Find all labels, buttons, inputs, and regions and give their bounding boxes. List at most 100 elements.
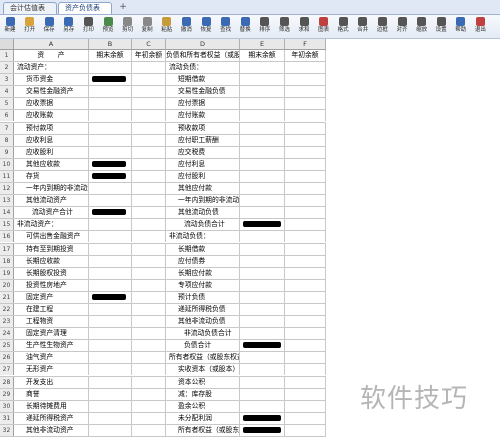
cell-liability-end-balance[interactable]: [240, 74, 285, 86]
tab-sheet-2[interactable]: 资产负债表: [58, 2, 112, 14]
cell-liability-begin-balance[interactable]: [285, 122, 326, 134]
cell-liability-name[interactable]: 长期应付款: [166, 267, 240, 279]
toolbar-button[interactable]: 打印: [80, 16, 96, 38]
cell-liability-begin-balance[interactable]: [285, 207, 326, 219]
cell-asset-name[interactable]: 递延所得税资产: [14, 412, 89, 424]
cell-liability-end-balance[interactable]: [240, 98, 285, 110]
row-number[interactable]: 21: [0, 291, 14, 303]
cell-liability-begin-balance[interactable]: [285, 243, 326, 255]
cell-asset-end-balance[interactable]: [89, 134, 132, 146]
cell-asset-begin-balance[interactable]: [132, 400, 166, 412]
cell-liability-begin-balance[interactable]: [285, 364, 326, 376]
cell-liability-name[interactable]: 所有者权益（或股东权益）：: [166, 352, 240, 364]
cell-asset-name[interactable]: 可供出售金融资产: [14, 231, 89, 243]
toolbar-button[interactable]: 复制: [139, 16, 155, 38]
cell-asset-name[interactable]: 流动资产合计: [14, 207, 89, 219]
cell-liability-end-balance[interactable]: [240, 267, 285, 279]
toolbar-button[interactable]: 剪切: [120, 16, 136, 38]
cell-asset-begin-balance[interactable]: [132, 207, 166, 219]
cell-liability-name[interactable]: 短期借款: [166, 74, 240, 86]
cell-asset-begin-balance[interactable]: [132, 364, 166, 376]
cell-liability-end-balance[interactable]: [240, 376, 285, 388]
cell-asset-begin-balance[interactable]: [132, 328, 166, 340]
cell-asset-end-balance[interactable]: [89, 279, 132, 291]
row-number[interactable]: 1: [0, 50, 14, 61]
cell-liability-name[interactable]: 流动负债合计: [166, 219, 240, 231]
toolbar-button[interactable]: 帮助: [453, 16, 469, 38]
cell-asset-name[interactable]: 预付款项: [14, 122, 89, 134]
cell-asset-end-balance[interactable]: [89, 62, 132, 74]
cell-liability-end-balance[interactable]: [240, 183, 285, 195]
toolbar-button[interactable]: 另存: [61, 16, 77, 38]
toolbar-button[interactable]: 求和: [296, 16, 312, 38]
select-all-corner[interactable]: [0, 39, 14, 49]
cell-asset-end-balance[interactable]: [89, 195, 132, 207]
column-header-d[interactable]: D: [166, 39, 240, 49]
toolbar-button[interactable]: 新建: [2, 16, 18, 38]
cell-liability-end-balance[interactable]: [240, 255, 285, 267]
cell-liability-begin-balance[interactable]: [285, 146, 326, 158]
toolbar-button[interactable]: 筛选: [276, 16, 292, 38]
cell-asset-name[interactable]: 开发支出: [14, 376, 89, 388]
cell-asset-name[interactable]: 无形资产: [14, 364, 89, 376]
cell-asset-end-balance[interactable]: [89, 424, 132, 436]
cell-liability-name[interactable]: 递延所得税负债: [166, 303, 240, 315]
cell-liability-begin-balance[interactable]: [285, 231, 326, 243]
row-number[interactable]: 14: [0, 207, 14, 219]
cell-asset-begin-balance[interactable]: [132, 388, 166, 400]
cell-liability-name[interactable]: 专项应付款: [166, 279, 240, 291]
cell-asset-begin-balance[interactable]: [132, 62, 166, 74]
column-header-a[interactable]: A: [14, 39, 89, 49]
row-number[interactable]: 11: [0, 170, 14, 182]
row-number[interactable]: 17: [0, 243, 14, 255]
cell-liability-end-balance[interactable]: [240, 122, 285, 134]
cell-asset-name[interactable]: 工程物资: [14, 316, 89, 328]
cell-liability-name[interactable]: 负债合计: [166, 340, 240, 352]
cell-asset-end-balance[interactable]: [89, 146, 132, 158]
cell-liability-end-balance[interactable]: [240, 316, 285, 328]
cell-asset-begin-balance[interactable]: [132, 134, 166, 146]
row-number[interactable]: 23: [0, 316, 14, 328]
add-tab-icon[interactable]: +: [116, 2, 130, 13]
cell-liability-begin-balance[interactable]: [285, 400, 326, 412]
cell-liability-name[interactable]: 应付账款: [166, 110, 240, 122]
column-header-b[interactable]: B: [89, 39, 132, 49]
toolbar-button[interactable]: 退出: [472, 16, 488, 38]
toolbar-button[interactable]: 恢复: [198, 16, 214, 38]
cell-asset-begin-balance[interactable]: [132, 122, 166, 134]
row-number[interactable]: 6: [0, 110, 14, 122]
row-number[interactable]: 8: [0, 134, 14, 146]
cell-asset-end-balance[interactable]: [89, 303, 132, 315]
cell-asset-end-balance[interactable]: [89, 388, 132, 400]
cell-asset-begin-balance[interactable]: [132, 340, 166, 352]
cell-liability-name[interactable]: 应交税费: [166, 146, 240, 158]
row-number[interactable]: 10: [0, 158, 14, 170]
cell-liability-end-balance[interactable]: [240, 134, 285, 146]
cell-asset-begin-balance[interactable]: [132, 183, 166, 195]
cell-asset-end-balance[interactable]: [89, 412, 132, 424]
cell-asset-name[interactable]: 油气资产: [14, 352, 89, 364]
toolbar-button[interactable]: 替换: [237, 16, 253, 38]
cell-liability-end-balance[interactable]: [240, 388, 285, 400]
cell-asset-name[interactable]: 固定资产: [14, 291, 89, 303]
toolbar-button[interactable]: 设置: [433, 16, 449, 38]
row-number[interactable]: 18: [0, 255, 14, 267]
column-header-e[interactable]: E: [240, 39, 285, 49]
cell-liability-end-balance[interactable]: [240, 291, 285, 303]
cell-liability-begin-balance[interactable]: [285, 316, 326, 328]
row-number[interactable]: 22: [0, 303, 14, 315]
cell-liability-name[interactable]: 其他非流动负债: [166, 316, 240, 328]
cell-asset-begin-balance[interactable]: 年初余额: [132, 50, 166, 61]
row-number[interactable]: 32: [0, 424, 14, 436]
cell-liability-name[interactable]: 未分配利润: [166, 412, 240, 424]
toolbar-button[interactable]: 边框: [374, 16, 390, 38]
cell-liability-end-balance[interactable]: [240, 231, 285, 243]
cell-asset-begin-balance[interactable]: [132, 170, 166, 182]
cell-asset-begin-balance[interactable]: [132, 255, 166, 267]
cell-asset-begin-balance[interactable]: [132, 86, 166, 98]
cell-asset-end-balance[interactable]: [89, 122, 132, 134]
cell-liability-begin-balance[interactable]: [285, 195, 326, 207]
cell-liability-begin-balance[interactable]: [285, 86, 326, 98]
cell-asset-end-balance[interactable]: [89, 183, 132, 195]
row-number[interactable]: 30: [0, 400, 14, 412]
